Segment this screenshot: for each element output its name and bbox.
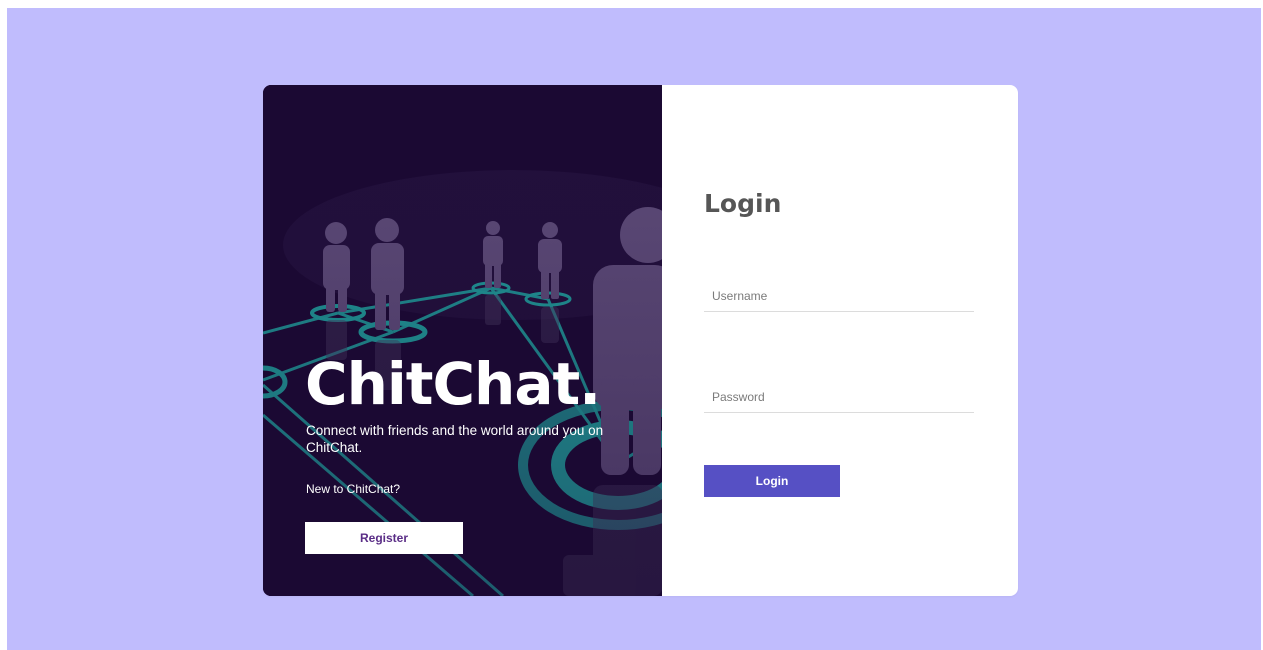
brand-tagline: Connect with friends and the world aroun… bbox=[306, 423, 604, 455]
login-panel: Login Login bbox=[662, 85, 1018, 596]
social-network-illustration bbox=[263, 85, 662, 596]
page-background: ChitChat. Connect with friends and the w… bbox=[7, 8, 1261, 650]
auth-card: ChitChat. Connect with friends and the w… bbox=[263, 85, 1018, 596]
login-title: Login bbox=[704, 189, 782, 218]
brand-logo-text: ChitChat. bbox=[305, 350, 601, 418]
login-button[interactable]: Login bbox=[704, 465, 840, 497]
register-button[interactable]: Register bbox=[305, 522, 463, 554]
new-user-prompt: New to ChitChat? bbox=[306, 482, 401, 496]
welcome-panel: ChitChat. Connect with friends and the w… bbox=[263, 85, 662, 596]
password-input[interactable] bbox=[704, 381, 974, 413]
username-input[interactable] bbox=[704, 280, 974, 312]
